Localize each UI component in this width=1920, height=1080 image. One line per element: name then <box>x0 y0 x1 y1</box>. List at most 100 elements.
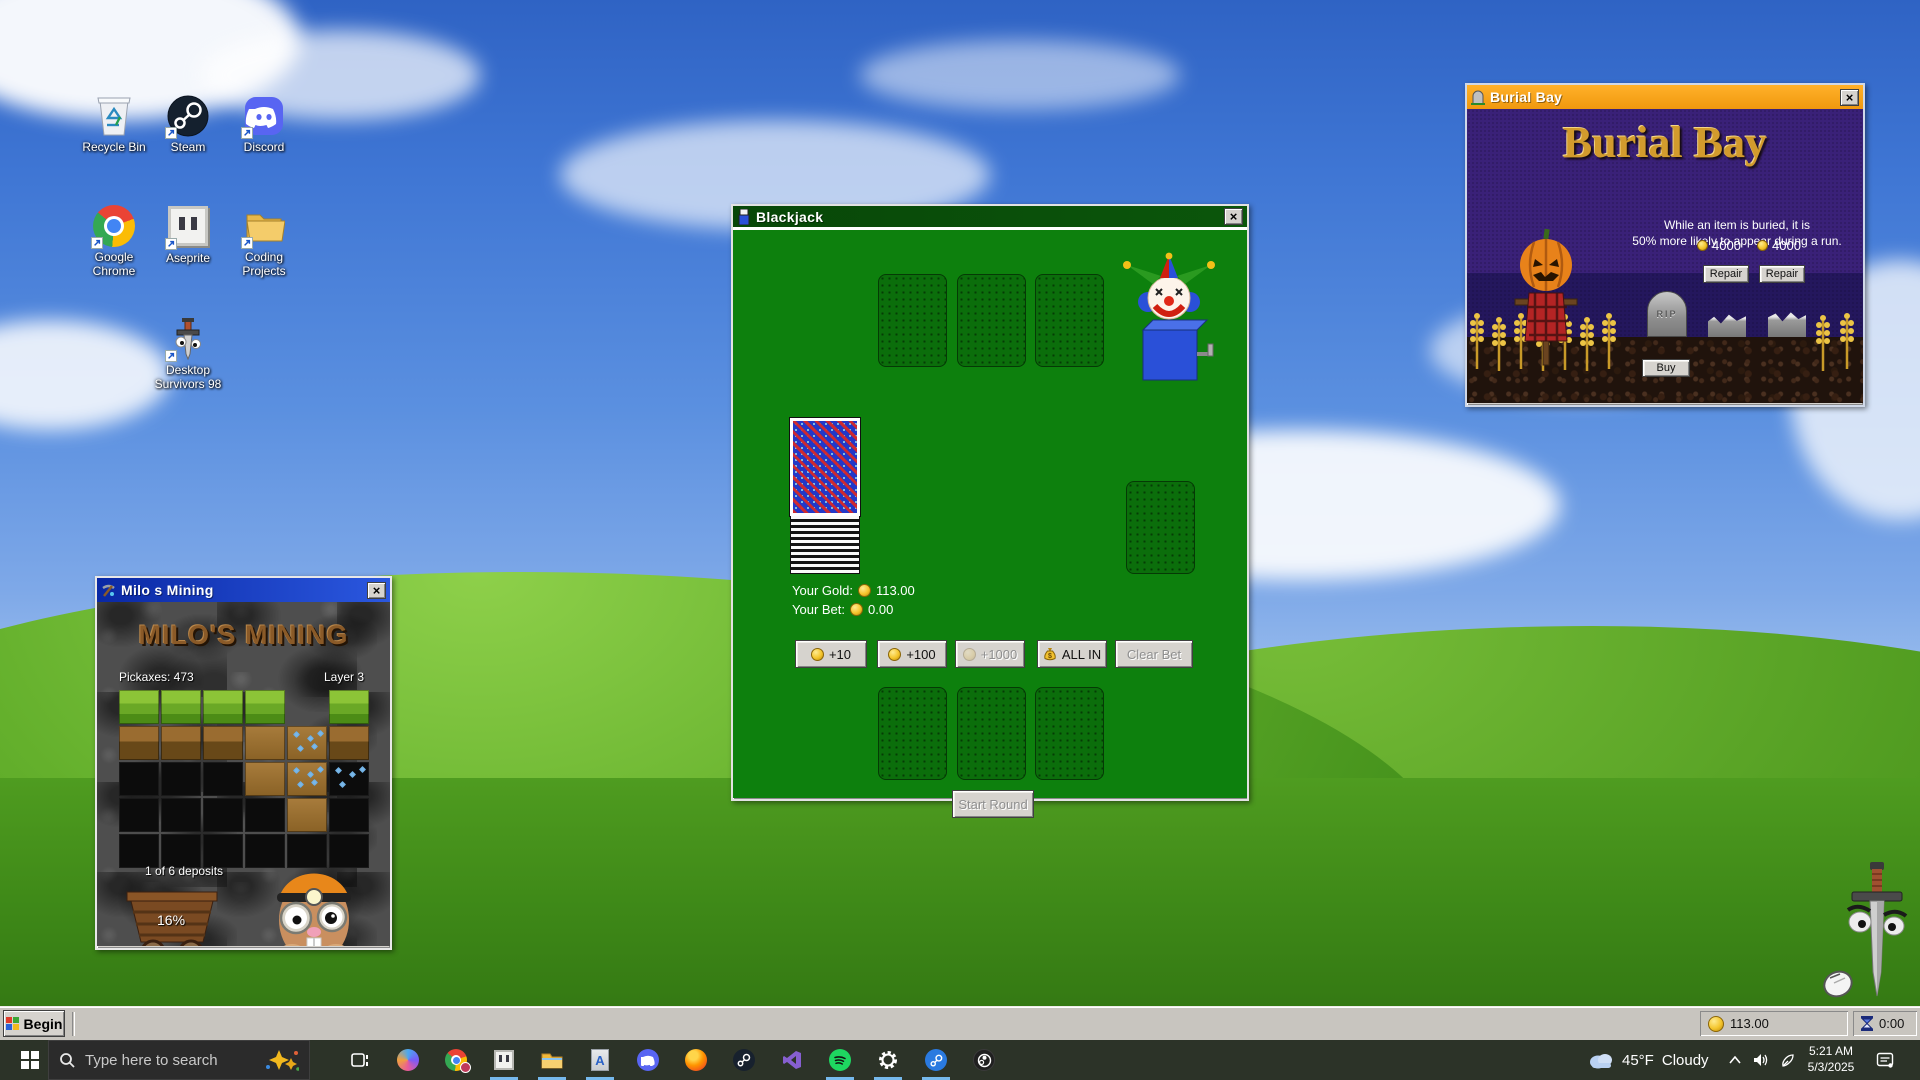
cloud <box>860 40 1180 110</box>
mine-block[interactable] <box>161 726 201 760</box>
cloud <box>0 320 170 430</box>
mine-block[interactable] <box>287 798 327 832</box>
taskbar-settings-button[interactable] <box>864 1040 912 1080</box>
task-view-icon <box>350 1050 370 1070</box>
desktop-icon-discord[interactable]: Discord <box>224 95 304 155</box>
mine-block[interactable] <box>161 834 201 868</box>
deposits-label: 1 of 6 deposits <box>145 864 223 878</box>
mine-block[interactable] <box>245 798 285 832</box>
search-placeholder: Type here to search <box>85 1052 255 1069</box>
mine-block[interactable] <box>119 798 159 832</box>
taskbar-aseprite-button[interactable] <box>480 1040 528 1080</box>
notification-center-button[interactable] <box>1872 1040 1898 1080</box>
tray-pen-button[interactable] <box>1774 1040 1800 1080</box>
close-icon[interactable]: × <box>367 582 386 599</box>
mine-block[interactable] <box>245 726 285 760</box>
desktop-icon-label: Recycle Bin <box>74 141 154 155</box>
gold-total-panel: 113.00 <box>1700 1011 1848 1036</box>
bury-button[interactable]: Buy <box>1642 359 1690 377</box>
mine-block[interactable] <box>161 798 201 832</box>
gem-icon <box>297 781 304 788</box>
mine-block[interactable] <box>287 762 327 796</box>
mining-logo: MILO'S MINING <box>97 620 390 651</box>
steam-big-picture-icon <box>925 1049 947 1071</box>
weather-widget[interactable]: 45°F Cloudy <box>1588 1040 1709 1080</box>
deck-card-back[interactable] <box>790 418 860 516</box>
tray-chevron-button[interactable] <box>1722 1040 1748 1080</box>
desktop-icon-steam[interactable]: Steam <box>148 95 228 155</box>
taskbar-task-view-button[interactable] <box>336 1040 384 1080</box>
desktop-icon-recycle-bin[interactable]: Recycle Bin <box>74 95 154 155</box>
taskbar-document-a-button[interactable]: A <box>576 1040 624 1080</box>
taskbar-file-explorer-button[interactable] <box>528 1040 576 1080</box>
repair-button-2[interactable]: Repair <box>1759 265 1805 283</box>
burial-bay-titlebar[interactable]: Burial Bay × <box>1467 85 1863 109</box>
gem-icon <box>339 781 346 788</box>
pickaxe-app-icon <box>101 583 116 598</box>
weather-temp: 45°F <box>1622 1052 1654 1069</box>
mine-block[interactable] <box>329 726 369 760</box>
weather-condition: Cloudy <box>1662 1052 1709 1069</box>
jester-icon <box>1123 252 1215 397</box>
mine-block[interactable] <box>161 762 201 796</box>
blackjack-titlebar[interactable]: Blackjack × <box>733 206 1247 230</box>
mine-block[interactable] <box>203 834 243 868</box>
taskbar-copilot-button[interactable] <box>384 1040 432 1080</box>
mine-block[interactable] <box>119 726 159 760</box>
desktop-icon-desktop-survivors[interactable]: Desktop Survivors 98 <box>148 318 228 392</box>
mine-block[interactable] <box>329 690 369 724</box>
mine-block[interactable] <box>203 762 243 796</box>
search-box[interactable]: Type here to search <box>48 1040 310 1080</box>
mine-block[interactable] <box>203 726 243 760</box>
retro-status-bar: Begin 113.00 0:00 <box>0 1006 1920 1040</box>
bet-10-button[interactable]: +10 <box>795 640 867 668</box>
all-in-button[interactable]: $ ALL IN <box>1037 640 1107 668</box>
window-title: Blackjack <box>756 209 1219 225</box>
gravestone-app-icon <box>1471 90 1485 105</box>
copilot-sparkle-icon <box>265 1049 299 1071</box>
gem-icon <box>297 745 304 752</box>
clear-bet-button[interactable]: Clear Bet <box>1115 640 1193 668</box>
taskbar-visual-studio-button[interactable] <box>768 1040 816 1080</box>
mine-block[interactable] <box>161 690 201 724</box>
bet-1000-button[interactable]: +1000 <box>955 640 1025 668</box>
milos-mining-titlebar[interactable]: Milo s Mining × <box>97 578 390 602</box>
desktop-icon-google-chrome[interactable]: Google Chrome <box>74 205 154 279</box>
mine-block[interactable] <box>329 798 369 832</box>
mine-block[interactable] <box>287 726 327 760</box>
taskbar-spotify-button[interactable] <box>816 1040 864 1080</box>
taskbar-chrome-button[interactable] <box>432 1040 480 1080</box>
start-round-button[interactable]: Start Round <box>952 790 1034 818</box>
repair-button-1[interactable]: Repair <box>1703 265 1749 283</box>
clock-widget[interactable]: 5:21 AM 5/3/2025 <box>1800 1040 1862 1080</box>
burial-info-line1: While an item is buried, it is <box>1617 217 1857 233</box>
mine-block[interactable] <box>203 798 243 832</box>
tray-volume-button[interactable] <box>1748 1040 1774 1080</box>
mine-block[interactable] <box>119 690 159 724</box>
mine-block[interactable] <box>245 690 285 724</box>
close-icon[interactable]: × <box>1840 89 1859 106</box>
taskbar-discord-button[interactable] <box>624 1040 672 1080</box>
mine-block[interactable] <box>203 690 243 724</box>
bet-100-button[interactable]: +100 <box>877 640 947 668</box>
your-bet-value: 0.00 <box>868 602 893 617</box>
mine-block[interactable] <box>119 762 159 796</box>
mine-block[interactable] <box>119 834 159 868</box>
gravestone-rip[interactable]: RIP <box>1647 291 1687 337</box>
begin-button[interactable]: Begin <box>3 1010 65 1037</box>
taskbar-obs-button[interactable] <box>960 1040 1008 1080</box>
taskbar-firefox-button[interactable] <box>672 1040 720 1080</box>
desktop-icon-aseprite[interactable]: Aseprite <box>148 205 228 266</box>
taskbar-steam-button[interactable] <box>720 1040 768 1080</box>
mine-block[interactable] <box>245 762 285 796</box>
desktop-icon-coding-projects[interactable]: Coding Projects <box>224 205 304 279</box>
coin-icon <box>850 603 863 616</box>
gem-icon <box>317 730 324 737</box>
taskbar-steam-big-picture-button[interactable] <box>912 1040 960 1080</box>
aseprite-icon <box>167 206 209 248</box>
mine-block[interactable] <box>329 762 369 796</box>
start-button[interactable] <box>10 1040 50 1080</box>
close-icon[interactable]: × <box>1224 208 1243 225</box>
coin-icon <box>888 648 901 661</box>
coin-icon <box>1708 1016 1724 1032</box>
